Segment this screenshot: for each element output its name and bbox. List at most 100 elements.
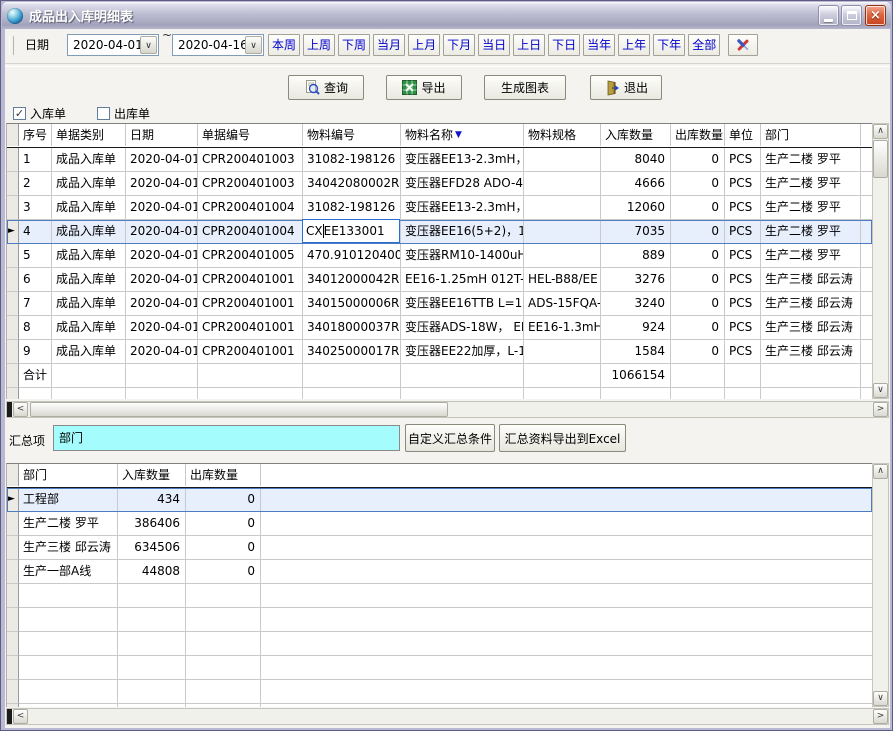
range-button-1[interactable]: 本周	[268, 34, 300, 56]
cell[interactable]: 0	[671, 244, 725, 268]
cell[interactable]: 2020-04-01	[126, 292, 198, 316]
cell[interactable]: 7035	[601, 220, 671, 244]
generate-chart-button[interactable]: 生成图表	[484, 75, 566, 100]
column-header[interactable]: 部门	[19, 464, 118, 486]
custom-summary-button[interactable]: 自定义汇总条件	[405, 424, 495, 452]
column-header[interactable]: 单位	[725, 124, 761, 146]
query-button[interactable]: 查询	[288, 75, 364, 100]
cell[interactable]: 成品入库单	[52, 340, 126, 364]
cell[interactable]: 2020-04-01	[126, 196, 198, 220]
cell-editor[interactable]: CXEE133001	[302, 219, 400, 243]
cell[interactable]: 31082-198126	[303, 196, 401, 220]
column-header[interactable]: 出库数量	[186, 464, 261, 486]
cell[interactable]: CPR200401001	[198, 292, 303, 316]
cell[interactable]: 12060	[601, 196, 671, 220]
maximize-button[interactable]	[841, 5, 862, 26]
cell[interactable]: CPR200401004	[198, 196, 303, 220]
scroll-up-button[interactable]: ∧	[873, 124, 888, 139]
row-indicator[interactable]	[7, 244, 19, 268]
row-indicator[interactable]	[7, 560, 19, 584]
cell[interactable]: 8	[19, 316, 52, 340]
scroll-left-button[interactable]: <	[13, 402, 28, 417]
cell[interactable]	[524, 244, 601, 268]
cell[interactable]: 0	[671, 196, 725, 220]
cell[interactable]: CPR200401001	[198, 340, 303, 364]
cell[interactable]: 0	[186, 512, 261, 536]
cell[interactable]	[524, 172, 601, 196]
row-indicator[interactable]	[7, 292, 19, 316]
cell-filler[interactable]	[861, 268, 872, 292]
column-header[interactable]: 入库数量	[601, 124, 671, 146]
scroll-right-button[interactable]: >	[873, 402, 888, 417]
cell[interactable]: 0	[186, 536, 261, 560]
cell[interactable]: PCS	[725, 244, 761, 268]
cell[interactable]: 2020-04-01	[126, 268, 198, 292]
cell[interactable]: 生产三楼 邱云涛	[761, 340, 861, 364]
cell[interactable]: 成品入库单	[52, 148, 126, 172]
cell[interactable]: HEL-B88/EE	[524, 268, 601, 292]
cell-filler[interactable]	[261, 512, 872, 536]
cell[interactable]: 变压器EFD28 ADO-42	[401, 172, 524, 196]
cell[interactable]: 变压器EE16(5+2)，1.5	[401, 220, 524, 244]
cell[interactable]: 470.9101204005	[303, 244, 401, 268]
cell[interactable]: 6	[19, 268, 52, 292]
cell[interactable]: PCS	[725, 268, 761, 292]
range-button-6[interactable]: 下月	[443, 34, 475, 56]
cell[interactable]: 生产三楼 邱云涛	[19, 536, 118, 560]
cell-filler[interactable]	[861, 148, 872, 172]
cell[interactable]: 2020-04-01	[126, 244, 198, 268]
inbound-filter-checkbox[interactable]: ✓ 入库单	[13, 105, 66, 122]
close-button[interactable]: ×	[865, 5, 886, 26]
scroll-down-button[interactable]: ∨	[873, 691, 888, 706]
export-button[interactable]: 导出	[386, 75, 462, 100]
cell-filler[interactable]	[861, 292, 872, 316]
range-button-2[interactable]: 上周	[303, 34, 335, 56]
cell[interactable]: 0	[671, 148, 725, 172]
cell-filler[interactable]	[261, 536, 872, 560]
cell[interactable]	[524, 340, 601, 364]
cell[interactable]: 成品入库单	[52, 196, 126, 220]
range-button-10[interactable]: 当年	[583, 34, 615, 56]
cell[interactable]: 生产二楼 罗平	[761, 172, 861, 196]
column-header[interactable]: 单据类别	[52, 124, 126, 146]
cell-filler[interactable]	[261, 488, 872, 512]
cell[interactable]: 生产二楼 罗平	[761, 148, 861, 172]
range-button-9[interactable]: 下日	[548, 34, 580, 56]
cell[interactable]: 2020-04-01	[126, 172, 198, 196]
main-vertical-scrollbar[interactable]: ∧ ∨	[872, 123, 889, 399]
scroll-up-button[interactable]: ∧	[873, 464, 888, 479]
cell[interactable]: 生产三楼 邱云涛	[761, 268, 861, 292]
horizontal-scroll-thumb[interactable]	[30, 402, 448, 417]
settings-button[interactable]	[728, 34, 758, 56]
cell[interactable]: 变压器EE16TTB L=1.6	[401, 292, 524, 316]
cell[interactable]: 变压器EE13-2.3mH，	[401, 148, 524, 172]
row-indicator[interactable]	[7, 148, 19, 172]
column-header[interactable]: 物料编号	[303, 124, 401, 146]
cell[interactable]: 1	[19, 148, 52, 172]
cell[interactable]: 3276	[601, 268, 671, 292]
row-indicator[interactable]	[7, 340, 19, 364]
cell[interactable]: 4666	[601, 172, 671, 196]
cell[interactable]: 3240	[601, 292, 671, 316]
cell[interactable]: 8040	[601, 148, 671, 172]
cell[interactable]: 2020-04-01	[126, 340, 198, 364]
cell-filler[interactable]	[861, 316, 872, 340]
scroll-down-button[interactable]: ∨	[873, 383, 888, 398]
cell[interactable]	[524, 196, 601, 220]
cell[interactable]: 生产一部A线	[19, 560, 118, 584]
cell[interactable]: 变压器EE22加厚，L-1	[401, 340, 524, 364]
cell[interactable]: PCS	[725, 220, 761, 244]
cell-filler[interactable]	[861, 244, 872, 268]
main-horizontal-scrollbar[interactable]: < >	[6, 401, 889, 418]
row-indicator[interactable]	[7, 512, 19, 536]
exit-button[interactable]: 退出	[590, 75, 662, 100]
minimize-button[interactable]	[818, 5, 839, 26]
cell[interactable]: 9	[19, 340, 52, 364]
column-header[interactable]: 物料名称▼	[401, 124, 524, 146]
cell-filler[interactable]	[861, 220, 872, 244]
column-header[interactable]: 出库数量	[671, 124, 725, 146]
chevron-down-icon[interactable]: ∨	[245, 36, 262, 54]
cell[interactable]: 成品入库单	[52, 316, 126, 340]
cell[interactable]: 0	[671, 316, 725, 340]
range-button-11[interactable]: 上年	[618, 34, 650, 56]
